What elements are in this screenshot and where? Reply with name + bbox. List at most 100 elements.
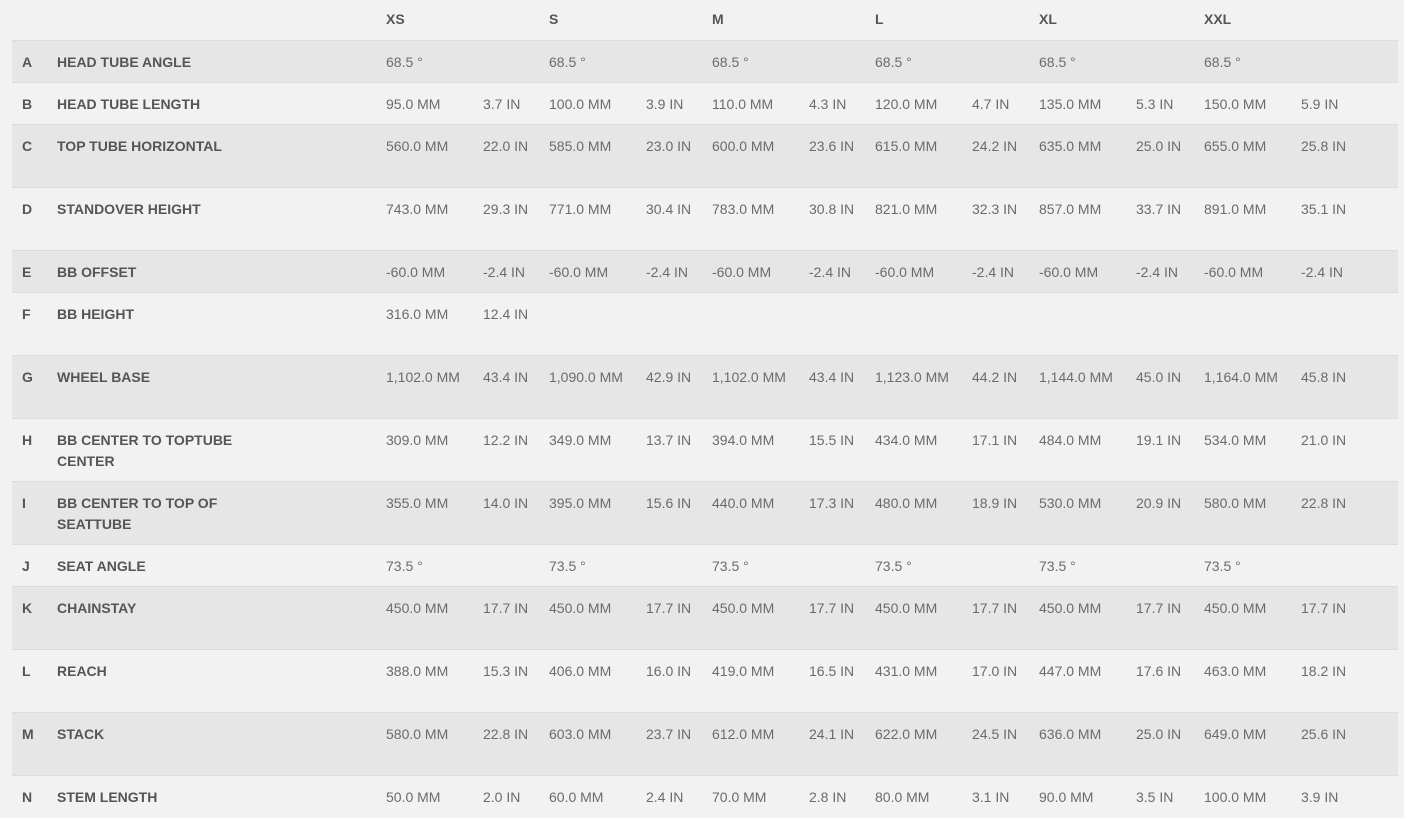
table-row: K CHAINSTAY 450.0 MM 17.7 IN 450.0 MM 17.7 IN… (12, 586, 1398, 650)
value-in-xl: 19.1 IN (1136, 432, 1182, 448)
table-row: E BB OFFSET -60.0 MM -2.4 IN -60.0 MM -2.4 IN… (12, 250, 1398, 293)
row-letter: F (22, 306, 31, 322)
value-in-xs: 12.4 IN (483, 306, 529, 322)
table-row: A HEAD TUBE ANGLE 68.5 ° 68.5 ° 68.5 ° 68.5 °… (12, 40, 1398, 83)
value-mm-m: 419.0 MM (712, 663, 775, 679)
table-row: B HEAD TUBE LENGTH 95.0 MM 3.7 IN 100.0 MM 3.… (12, 82, 1398, 125)
row-name: HEAD TUBE LENGTH (57, 96, 201, 112)
row-name: BB CENTER TO TOPTUBE CENTER (57, 432, 233, 469)
value-mm-l: 73.5 ° (875, 558, 912, 574)
value-in-xs: 22.8 IN (483, 726, 529, 742)
value-mm-m: 612.0 MM (712, 726, 775, 742)
value-in-xxl: 45.8 IN (1301, 369, 1347, 385)
table-row: D STANDOVER HEIGHT 743.0 MM 29.3 IN 771.0 MM… (12, 187, 1398, 251)
table-row: J SEAT ANGLE 73.5 ° 73.5 ° 73.5 ° 73.5 ° 73.5 … (12, 544, 1398, 587)
value-mm-xxl: 649.0 MM (1204, 726, 1267, 742)
value-in-s: 2.4 IN (646, 789, 684, 805)
value-mm-xxl: 655.0 MM (1204, 138, 1267, 154)
value-mm-m: 440.0 MM (712, 495, 775, 511)
value-in-s: 15.6 IN (646, 495, 692, 511)
value-in-xs: 43.4 IN (483, 369, 529, 385)
value-mm-s: 73.5 ° (549, 558, 586, 574)
row-letter: E (22, 264, 32, 280)
value-mm-m: -60.0 MM (712, 264, 772, 280)
value-in-xs: 3.7 IN (483, 96, 521, 112)
value-mm-l: 622.0 MM (875, 726, 938, 742)
value-in-m: 2.8 IN (809, 789, 847, 805)
value-mm-l: 821.0 MM (875, 201, 938, 217)
value-mm-m: 73.5 ° (712, 558, 749, 574)
size-header-m: M (712, 11, 724, 27)
table-row: L REACH 388.0 MM 15.3 IN 406.0 MM 16.0 IN 419.… (12, 649, 1398, 713)
value-mm-xxl: 534.0 MM (1204, 432, 1267, 448)
row-letter: N (22, 789, 33, 805)
value-mm-xs: 316.0 MM (386, 306, 449, 322)
value-mm-s: 771.0 MM (549, 201, 612, 217)
value-mm-l: 431.0 MM (875, 663, 938, 679)
value-in-s: 3.9 IN (646, 96, 684, 112)
value-mm-xl: 450.0 MM (1039, 600, 1102, 616)
table-row: C TOP TUBE HORIZONTAL 560.0 MM 22.0 IN 585.0… (12, 124, 1398, 188)
table-row: F BB HEIGHT 316.0 MM 12.4 IN (12, 292, 1398, 356)
value-in-l: 3.1 IN (972, 789, 1010, 805)
value-mm-xs: 450.0 MM (386, 600, 449, 616)
table-row: G WHEEL BASE 1,102.0 MM 43.4 IN 1,090.0 MM 42… (12, 355, 1398, 419)
value-in-s: -2.4 IN (646, 264, 689, 280)
value-in-m: 15.5 IN (809, 432, 855, 448)
value-in-s: 42.9 IN (646, 369, 692, 385)
value-in-s: 23.0 IN (646, 138, 692, 154)
value-mm-m: 110.0 MM (712, 96, 774, 112)
value-in-xs: 17.7 IN (483, 600, 529, 616)
value-in-xxl: 3.9 IN (1301, 789, 1339, 805)
value-mm-s: 585.0 MM (549, 138, 612, 154)
value-mm-xs: -60.0 MM (386, 264, 446, 280)
value-in-xxl: 35.1 IN (1301, 201, 1347, 217)
table-row: I BB CENTER TO TOP OF SEATTUBE 355.0 MM 14.… (12, 481, 1398, 545)
value-in-m: -2.4 IN (809, 264, 852, 280)
value-in-l: 18.9 IN (972, 495, 1018, 511)
value-mm-xs: 50.0 MM (386, 789, 441, 805)
row-name: REACH (57, 663, 107, 679)
value-in-s: 16.0 IN (646, 663, 692, 679)
size-header-xl: XL (1039, 11, 1057, 27)
value-mm-m: 394.0 MM (712, 432, 775, 448)
value-mm-xl: 1,144.0 MM (1039, 369, 1113, 385)
value-in-m: 30.8 IN (809, 201, 855, 217)
value-mm-xxl: -60.0 MM (1204, 264, 1264, 280)
value-mm-s: -60.0 MM (549, 264, 609, 280)
row-name: BB HEIGHT (57, 306, 134, 322)
value-in-xxl: 18.2 IN (1301, 663, 1347, 679)
value-in-xl: 17.7 IN (1136, 600, 1182, 616)
value-in-xxl: 17.7 IN (1301, 600, 1347, 616)
value-mm-xxl: 463.0 MM (1204, 663, 1267, 679)
value-in-s: 23.7 IN (646, 726, 692, 742)
row-letter: B (22, 96, 33, 112)
value-in-xxl: 5.9 IN (1301, 96, 1339, 112)
value-mm-xl: 447.0 MM (1039, 663, 1102, 679)
size-header-xs: XS (386, 11, 405, 27)
value-mm-m: 68.5 ° (712, 54, 749, 70)
value-mm-xl: 530.0 MM (1039, 495, 1102, 511)
value-in-xs: -2.4 IN (483, 264, 526, 280)
value-mm-l: 450.0 MM (875, 600, 938, 616)
value-mm-xl: 135.0 MM (1039, 96, 1102, 112)
value-in-l: 32.3 IN (972, 201, 1018, 217)
row-letter: M (22, 726, 34, 742)
value-in-m: 43.4 IN (809, 369, 855, 385)
row-name: BB OFFSET (57, 264, 137, 280)
value-mm-xs: 95.0 MM (386, 96, 441, 112)
value-mm-l: 434.0 MM (875, 432, 938, 448)
value-mm-l: 615.0 MM (875, 138, 938, 154)
value-mm-l: 480.0 MM (875, 495, 938, 511)
value-in-xxl: 22.8 IN (1301, 495, 1347, 511)
value-in-xl: -2.4 IN (1136, 264, 1179, 280)
value-mm-l: 120.0 MM (875, 96, 938, 112)
row-name: SEAT ANGLE (57, 558, 146, 574)
row-name: TOP TUBE HORIZONTAL (57, 138, 222, 154)
value-mm-xs: 73.5 ° (386, 558, 423, 574)
value-mm-xs: 355.0 MM (386, 495, 449, 511)
value-mm-xs: 309.0 MM (386, 432, 449, 448)
value-mm-xs: 68.5 ° (386, 54, 423, 70)
value-mm-m: 450.0 MM (712, 600, 775, 616)
value-in-m: 16.5 IN (809, 663, 855, 679)
